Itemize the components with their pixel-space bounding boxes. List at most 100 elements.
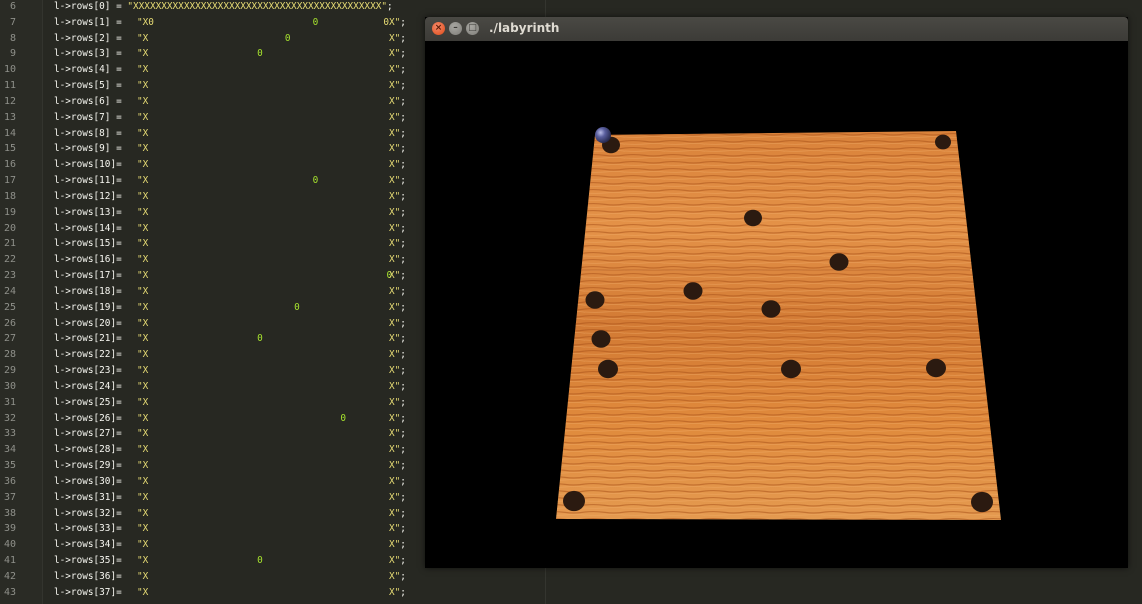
row-string-start: "X — [137, 396, 149, 408]
line-number: 23 — [3, 270, 16, 282]
line-number: 9 — [9, 48, 16, 60]
code-line: l->rows[6] = "X X"; — [54, 96, 424, 108]
row-accessor: l->rows[27]= — [54, 428, 128, 440]
line-number: 34 — [3, 444, 16, 456]
code-line: l->rows[30]= "X X"; — [54, 476, 424, 488]
line-number: 40 — [3, 539, 16, 551]
line-number: 33 — [3, 428, 16, 440]
row-string-start: "X — [137, 365, 149, 377]
row-accessor: l->rows[3] = — [54, 48, 128, 60]
code-line: l->rows[11]= "X 0 X"; — [54, 175, 424, 187]
code-line: l->rows[32]= "X X"; — [54, 508, 424, 520]
code-line: l->rows[34]= "X X"; — [54, 539, 424, 551]
row-accessor: l->rows[28]= — [54, 444, 128, 456]
row-accessor: l->rows[34]= — [54, 539, 128, 551]
line-number: 24 — [3, 285, 16, 297]
line-number: 30 — [3, 380, 16, 392]
labyrinth-scene — [556, 127, 1001, 520]
row-accessor: l->rows[23]= — [54, 365, 128, 377]
row-string-start: "X — [137, 254, 149, 266]
line-number: 42 — [3, 570, 16, 582]
code-line: l->rows[4] = "X X"; — [54, 64, 424, 76]
row-accessor: l->rows[12]= — [54, 190, 128, 202]
row-string-end: X"; — [389, 491, 406, 503]
row-string-start: "X — [137, 190, 149, 202]
minimize-button[interactable]: – — [449, 22, 462, 35]
row-accessor: l->rows[36]= — [54, 570, 128, 582]
row-string: "XXXXXXXXXXXXXXXXXXXXXXXXXXXXXXXXXXXXXXX… — [127, 1, 388, 12]
code-line: l->rows[14]= "X X"; — [54, 223, 424, 235]
line-number: 31 — [3, 396, 16, 408]
row-string-end: X"; — [389, 396, 406, 408]
row-string-end: X"; — [389, 523, 406, 535]
row-string-end: X"; — [389, 412, 406, 424]
window-title: ./labyrinth — [489, 21, 560, 35]
row-accessor: l->rows[35]= — [54, 555, 128, 567]
close-button[interactable]: × — [432, 22, 445, 35]
row-string-end: X"; — [389, 222, 406, 234]
row-string-start: "X — [137, 206, 149, 218]
row-string-start: "X — [137, 301, 149, 313]
row-string-end: X"; — [389, 444, 406, 456]
line-number: 20 — [3, 222, 16, 234]
line-number: 6 — [9, 1, 16, 12]
maximize-button[interactable]: □ — [466, 22, 479, 35]
row-string-end: X"; — [389, 127, 406, 139]
hole-marker: 0 — [257, 555, 263, 567]
row-string-start: "X — [137, 460, 149, 472]
row-string-start: "X — [137, 285, 149, 297]
line-number: 29 — [3, 365, 16, 377]
row-string-end: X"; — [389, 159, 406, 171]
board-hole — [585, 291, 605, 309]
line-number: 28 — [3, 349, 16, 361]
board-hole — [781, 359, 801, 379]
window-titlebar[interactable]: × – □ ./labyrinth — [425, 17, 1128, 41]
line-number: 21 — [3, 238, 16, 250]
row-accessor: l->rows[24]= — [54, 380, 128, 392]
row-string-start: "X — [137, 111, 149, 123]
line-number: 19 — [3, 206, 16, 218]
code-line: l->rows[18]= "X X"; — [54, 286, 424, 298]
hole-marker: 0 — [340, 412, 346, 424]
row-accessor: l->rows[20]= — [54, 317, 128, 329]
row-string-start: "X — [137, 64, 149, 76]
code-line: l->rows[13]= "X X"; — [54, 207, 424, 219]
hole-marker: 0 — [257, 48, 263, 60]
row-string-end: X"; — [389, 380, 406, 392]
row-accessor: l->rows[14]= — [54, 222, 128, 234]
code-line: l->rows[1] = "X0 0 0X"; — [54, 17, 424, 29]
row-string-end: X"; — [389, 586, 406, 598]
row-string-start: "X — [137, 507, 149, 519]
row-string-start: "X — [137, 428, 149, 440]
row-string-end: X"; — [389, 270, 406, 282]
code-line: l->rows[15]= "X X"; — [54, 238, 424, 250]
row-accessor: l->rows[6] = — [54, 95, 128, 107]
row-accessor: l->rows[2] = — [54, 32, 128, 44]
line-number: 7 — [9, 16, 16, 28]
code-line: l->rows[5] = "X X"; — [54, 80, 424, 92]
board-hole — [926, 358, 946, 378]
code-line: l->rows[35]= "X 0 X"; — [54, 555, 424, 567]
row-accessor: l->rows[5] = — [54, 80, 128, 92]
code-line: l->rows[20]= "X X"; — [54, 318, 424, 330]
row-string-start: "X — [137, 32, 149, 44]
row-string-start: "X — [137, 380, 149, 392]
labyrinth-window[interactable]: × – □ ./labyrinth — [425, 17, 1128, 568]
row-string-end: X"; — [389, 32, 406, 44]
row-string-end: X"; — [389, 460, 406, 472]
row-accessor: l->rows[4] = — [54, 64, 128, 76]
row-string-end: X"; — [389, 555, 406, 567]
line-number: 37 — [3, 491, 16, 503]
row-string-start: "X — [137, 317, 149, 329]
row-accessor: l->rows[9] = — [54, 143, 128, 155]
row-accessor: l->rows[37]= — [54, 586, 128, 598]
row-accessor: l->rows[18]= — [54, 285, 128, 297]
board-hole — [563, 490, 585, 512]
board-hole — [761, 300, 781, 318]
row-string-end: X"; — [389, 317, 406, 329]
board-hole — [829, 253, 849, 271]
code-line: l->rows[31]= "X X"; — [54, 492, 424, 504]
board-hole — [971, 491, 993, 513]
code-line: l->rows[2] = "X 0 X"; — [54, 33, 424, 45]
game-viewport[interactable] — [425, 41, 1128, 568]
